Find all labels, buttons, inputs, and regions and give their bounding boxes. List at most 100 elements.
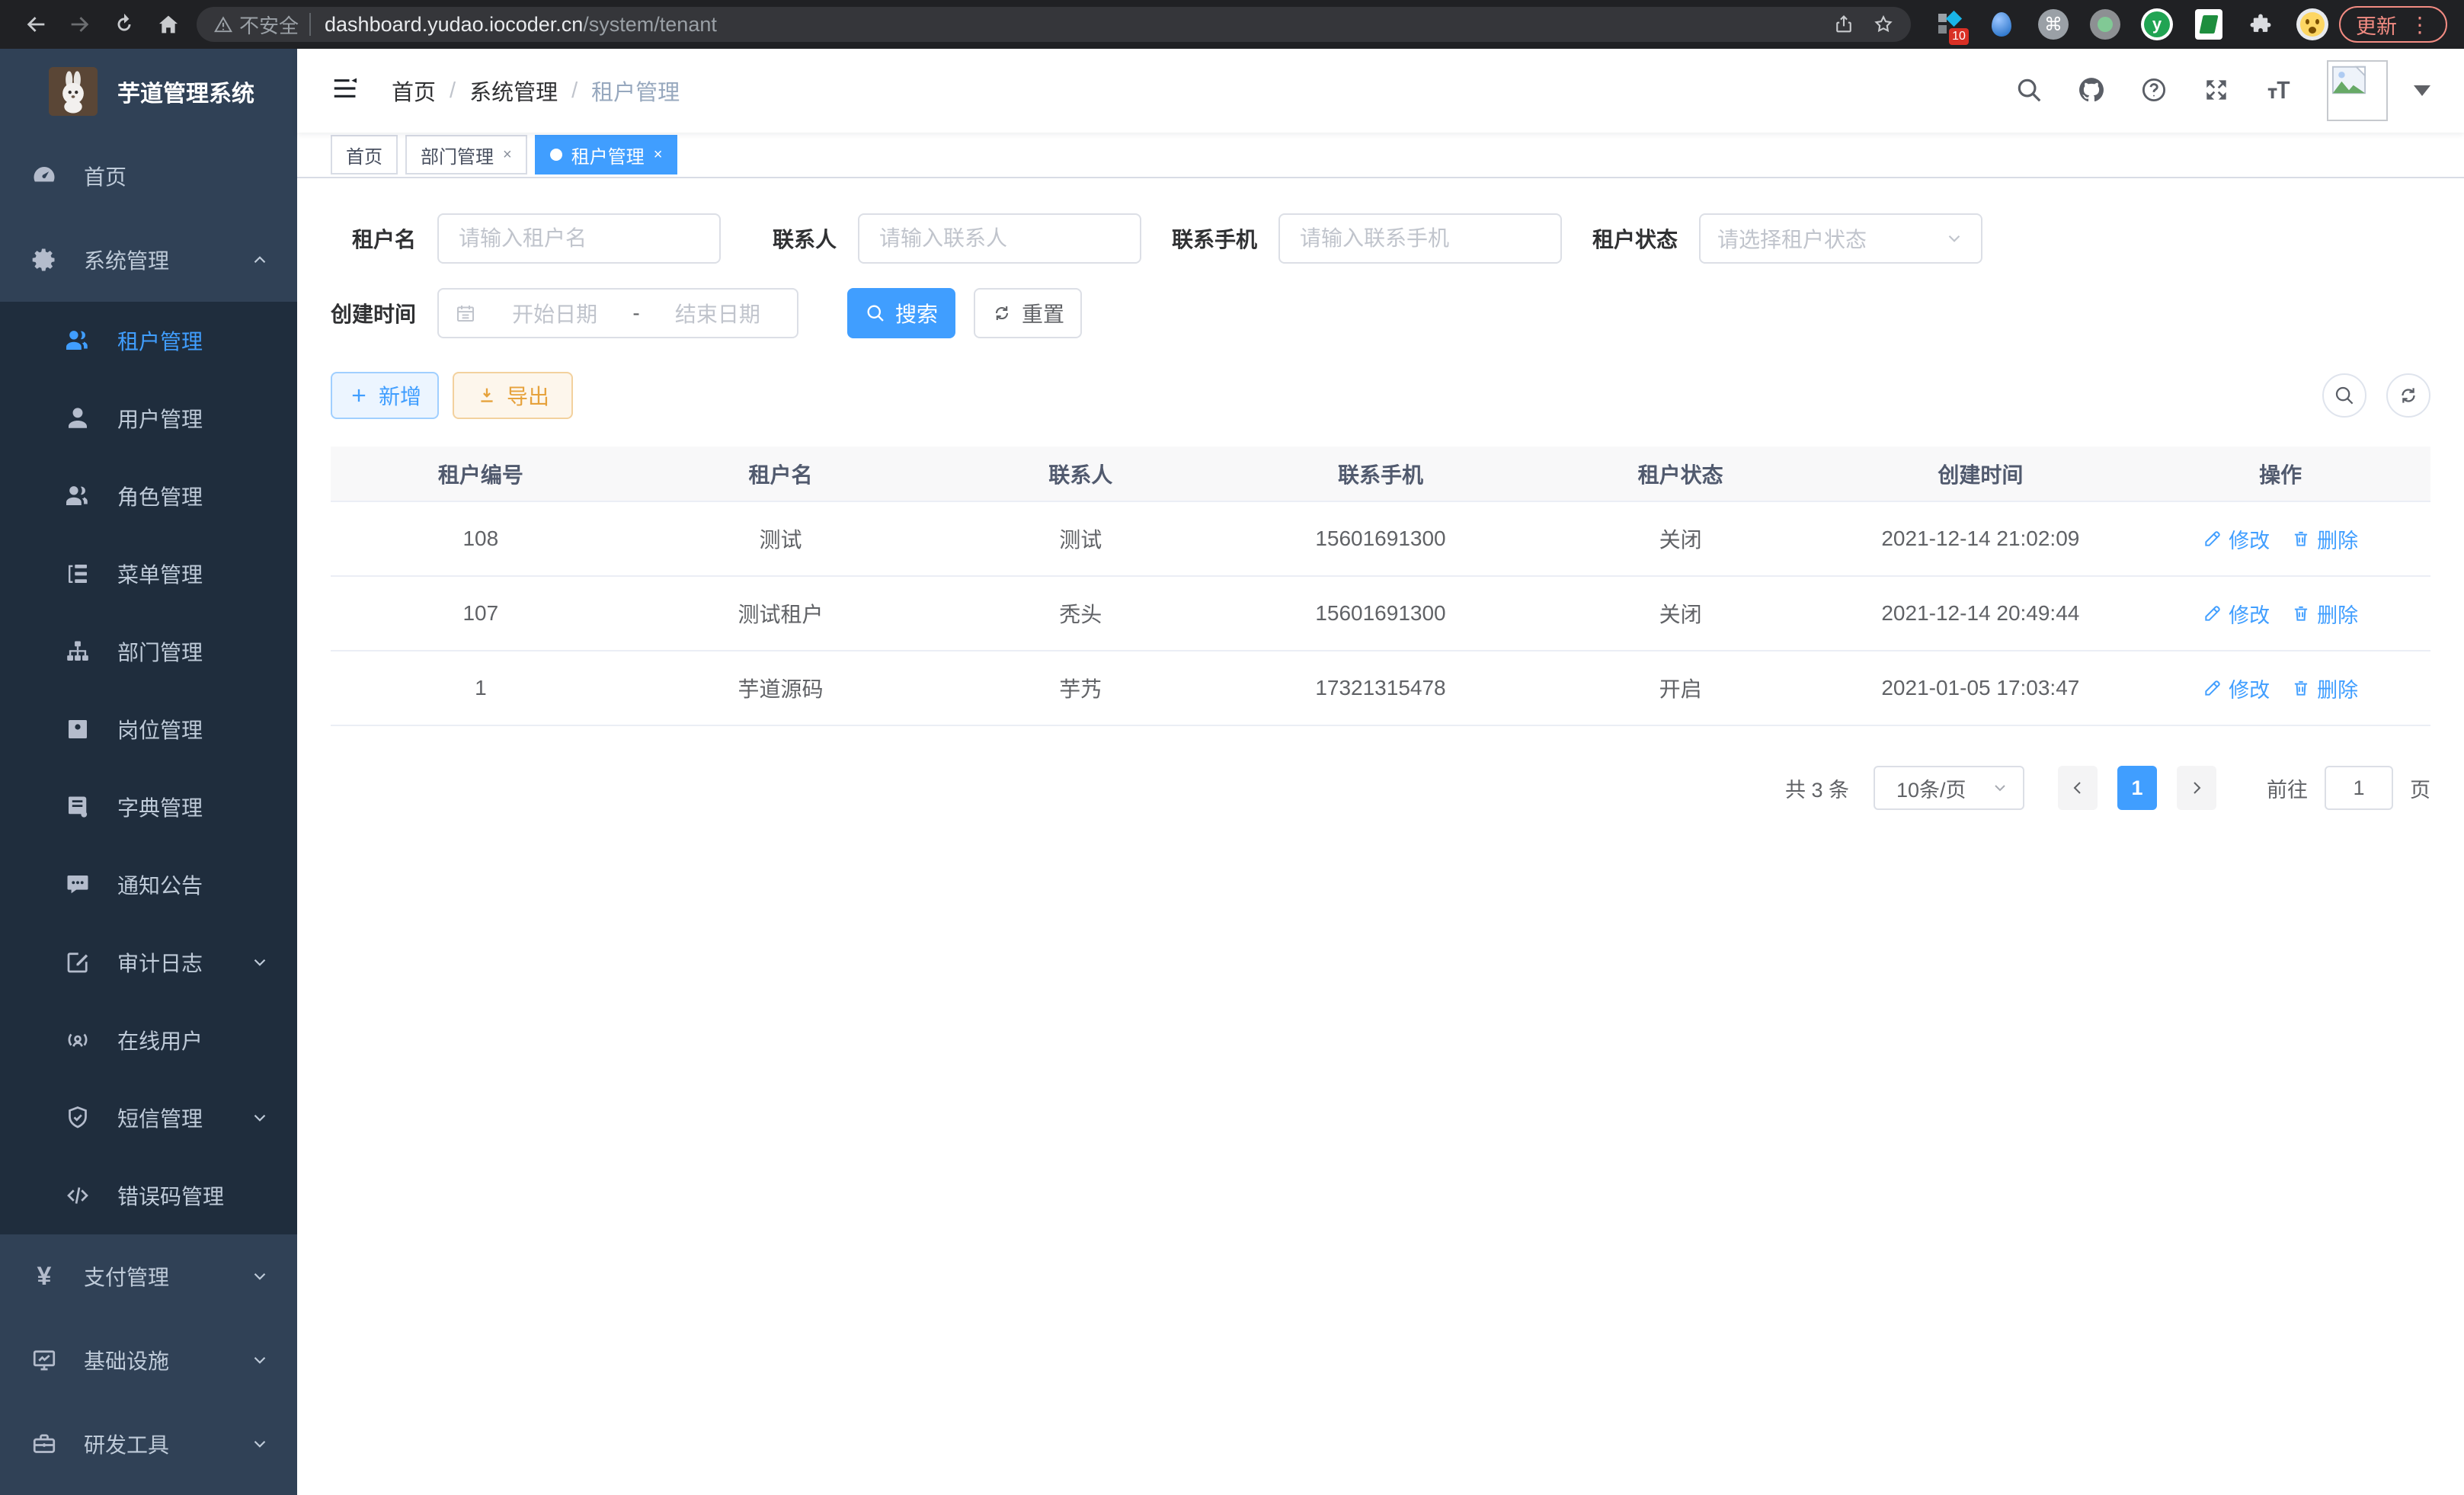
extensions-puzzle-icon[interactable] xyxy=(2245,8,2277,40)
sidebar-item-system[interactable]: 系统管理 xyxy=(0,218,297,302)
sidebar-item-label: 短信管理 xyxy=(117,1103,224,1133)
breadcrumb: 首页 / 系统管理 / 租户管理 xyxy=(392,75,680,107)
sidebar-item-notice[interactable]: 通知公告 xyxy=(0,846,297,924)
share-icon[interactable] xyxy=(1833,14,1854,35)
sidebar-logo[interactable]: 芋道管理系统 xyxy=(0,49,297,134)
mobile-input[interactable] xyxy=(1278,213,1562,264)
add-button[interactable]: 新增 xyxy=(331,372,439,419)
balloon-extension-icon[interactable] xyxy=(1986,8,2018,40)
sidebar-item-dict[interactable]: 字典管理 xyxy=(0,768,297,846)
sidebar-item-pay[interactable]: ¥ 支付管理 xyxy=(0,1234,297,1318)
sidebar-item-dept[interactable]: 部门管理 xyxy=(0,613,297,690)
delete-link-label: 删除 xyxy=(2317,674,2358,703)
breadcrumb-system[interactable]: 系统管理 xyxy=(469,75,558,107)
sidebar-item-label: 用户管理 xyxy=(117,403,270,434)
sidebar-item-online-user[interactable]: 在线用户 xyxy=(0,1001,297,1079)
reset-button[interactable]: 重置 xyxy=(974,288,1082,338)
sheets-extension-icon[interactable] xyxy=(2193,8,2225,40)
sidebar-item-menu[interactable]: 菜单管理 xyxy=(0,535,297,613)
tab-home[interactable]: 首页 xyxy=(331,135,398,174)
page-size-select[interactable]: 10条/页 xyxy=(1874,766,2024,810)
browser-reload-icon[interactable] xyxy=(102,5,146,44)
monitor-icon xyxy=(30,1346,58,1374)
sidebar-item-post[interactable]: 岗位管理 xyxy=(0,690,297,768)
tabs-extension-icon[interactable]: 10 xyxy=(1934,8,1966,40)
tab-close-icon[interactable]: × xyxy=(654,146,663,164)
tab-close-icon[interactable]: × xyxy=(503,146,512,164)
prev-page-button[interactable] xyxy=(2058,766,2098,810)
dashboard-icon xyxy=(30,162,58,190)
help-icon[interactable] xyxy=(2139,75,2170,106)
browser-home-icon[interactable] xyxy=(146,5,190,44)
cell-created: 2021-01-05 17:03:47 xyxy=(1831,651,2131,725)
tenant-name-input[interactable] xyxy=(437,213,721,264)
col-status: 租户状态 xyxy=(1531,447,1831,501)
sidebar-item-sms[interactable]: 短信管理 xyxy=(0,1079,297,1157)
goto-page-input[interactable] xyxy=(2325,766,2393,810)
plus-icon xyxy=(348,385,370,406)
end-date-placeholder: 结束日期 xyxy=(654,298,782,328)
fullscreen-icon[interactable] xyxy=(2202,75,2232,106)
recorder-extension-icon[interactable] xyxy=(2089,8,2121,40)
contact-label: 联系人 xyxy=(751,223,837,254)
edit-link[interactable]: 修改 xyxy=(2203,524,2270,554)
delete-link[interactable]: 删除 xyxy=(2291,524,2358,554)
refresh-table-button[interactable] xyxy=(2386,373,2430,418)
tab-label: 首页 xyxy=(346,142,382,168)
sidebar-item-audit-log[interactable]: 审计日志 xyxy=(0,924,297,1001)
sidebar-item-dev-tools[interactable]: 研发工具 xyxy=(0,1402,297,1486)
header-search-icon[interactable] xyxy=(2014,75,2045,106)
refresh-icon xyxy=(2397,384,2420,407)
browser-forward-icon[interactable] xyxy=(58,5,102,44)
show-search-toggle-button[interactable] xyxy=(2322,373,2366,418)
col-created: 创建时间 xyxy=(1831,447,2131,501)
github-icon[interactable] xyxy=(2077,75,2107,106)
sidebar-item-infra[interactable]: 基础设施 xyxy=(0,1318,297,1402)
delete-link[interactable]: 删除 xyxy=(2291,674,2358,703)
tab-tenant[interactable]: 租户管理 × xyxy=(535,135,678,174)
next-page-button[interactable] xyxy=(2177,766,2216,810)
tab-dept[interactable]: 部门管理 × xyxy=(405,135,527,174)
contact-input[interactable] xyxy=(858,213,1141,264)
sidebar-item-user[interactable]: 用户管理 xyxy=(0,379,297,457)
page-number-1[interactable]: 1 xyxy=(2117,766,2157,810)
edit-link-label: 修改 xyxy=(2229,599,2270,629)
sidebar-item-home[interactable]: 首页 xyxy=(0,134,297,218)
font-size-icon[interactable] xyxy=(2264,75,2295,106)
start-date-placeholder: 开始日期 xyxy=(491,298,619,328)
top-navbar: 首页 / 系统管理 / 租户管理 xyxy=(297,49,2464,133)
browser-back-icon[interactable] xyxy=(14,5,58,44)
col-actions: 操作 xyxy=(2130,447,2430,501)
browser-menu-kebab-icon[interactable]: ⋮ xyxy=(2409,12,2430,37)
app-frame: 芋道管理系统 首页 系统管理 租户管理 xyxy=(0,49,2464,1495)
refresh-icon xyxy=(991,303,1013,324)
date-range-picker[interactable]: 开始日期 - 结束日期 xyxy=(437,288,798,338)
breadcrumb-home[interactable]: 首页 xyxy=(392,75,436,107)
y-extension-icon[interactable]: y xyxy=(2141,8,2173,40)
delete-link-label: 删除 xyxy=(2317,524,2358,554)
sidebar-item-role[interactable]: 角色管理 xyxy=(0,457,297,535)
sidebar-item-label: 部门管理 xyxy=(117,636,270,667)
status-select[interactable]: 请选择租户状态 xyxy=(1699,213,1982,264)
profile-avatar-icon[interactable] xyxy=(2296,8,2328,40)
delete-link[interactable]: 删除 xyxy=(2291,599,2358,629)
cell-created: 2021-12-14 21:02:09 xyxy=(1831,501,2131,576)
tenant-table: 租户编号 租户名 联系人 联系手机 租户状态 创建时间 操作 108 测试 xyxy=(331,447,2430,726)
sidebar-collapse-icon[interactable] xyxy=(331,74,364,107)
edit-link[interactable]: 修改 xyxy=(2203,599,2270,629)
avatar-dropdown-caret-icon[interactable] xyxy=(2414,85,2430,96)
user-avatar[interactable] xyxy=(2327,60,2388,121)
bookmark-star-icon[interactable] xyxy=(1873,14,1894,35)
search-button[interactable]: 搜索 xyxy=(847,288,955,338)
user-icon xyxy=(64,405,91,432)
status-label: 租户状态 xyxy=(1592,223,1678,254)
edit-link[interactable]: 修改 xyxy=(2203,674,2270,703)
browser-update-button[interactable]: 更新 ⋮ xyxy=(2339,6,2447,43)
delete-link-label: 删除 xyxy=(2317,599,2358,629)
cell-created: 2021-12-14 20:49:44 xyxy=(1831,576,2131,651)
export-button[interactable]: 导出 xyxy=(453,372,573,419)
sidebar-item-error-code[interactable]: 错误码管理 xyxy=(0,1157,297,1234)
address-bar[interactable]: 不安全 dashboard.yudao.iocoder.cn/system/te… xyxy=(197,7,1911,42)
command-extension-icon[interactable]: ⌘ xyxy=(2037,8,2069,40)
sidebar-item-tenant[interactable]: 租户管理 xyxy=(0,302,297,379)
